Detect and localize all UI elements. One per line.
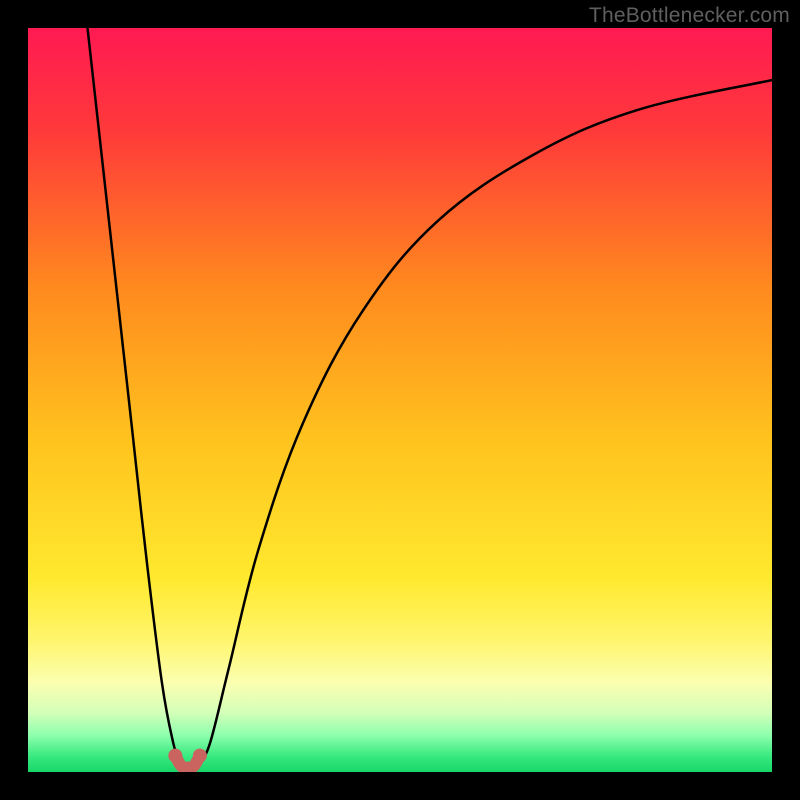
watermark-text: TheBottlenecker.com bbox=[589, 4, 790, 28]
chart-frame bbox=[28, 28, 772, 772]
gradient-background bbox=[28, 28, 772, 772]
